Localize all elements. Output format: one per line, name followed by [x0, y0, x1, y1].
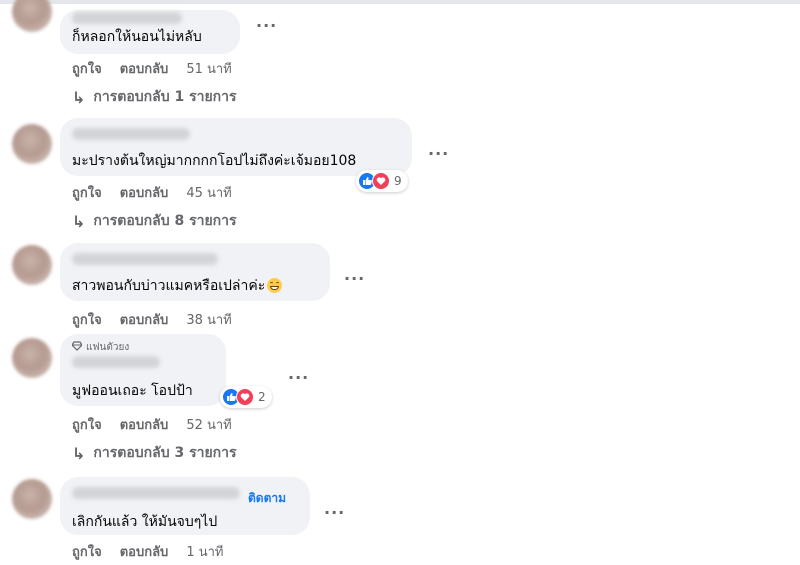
reply-link[interactable]: ตอบกลับ — [120, 309, 169, 330]
commenter-name-blurred[interactable] — [72, 12, 182, 24]
follow-button[interactable]: ติดตาม — [248, 489, 286, 508]
commenter-name-blurred[interactable] — [72, 487, 240, 499]
top-divider — [0, 0, 800, 4]
like-link[interactable]: ถูกใจ — [72, 309, 102, 330]
commenter-name-blurred[interactable] — [72, 253, 218, 265]
comment-actions: ถูกใจ ตอบกลับ 45 นาที — [72, 182, 232, 203]
avatar[interactable] — [12, 245, 52, 285]
reply-link[interactable]: ตอบกลับ — [120, 541, 169, 562]
top-fan-label: แฟนตัวยง — [86, 342, 130, 353]
comment-actions: ถูกใจ ตอบกลับ 52 นาที — [72, 414, 232, 435]
comment-bubble: ก็หลอกให้นอนไม่หลับ — [60, 10, 240, 54]
reaction-summary[interactable]: 2 — [220, 386, 272, 408]
reply-link[interactable]: ตอบกลับ — [120, 182, 169, 203]
comment-actions: ถูกใจ ตอบกลับ 51 นาที — [72, 58, 232, 79]
comment-actions: ถูกใจ ตอบกลับ 1 นาที — [72, 541, 223, 562]
comment-text: ก็หลอกให้นอนไม่หลับ — [72, 29, 202, 45]
like-link[interactable]: ถูกใจ — [72, 58, 102, 79]
like-link[interactable]: ถูกใจ — [72, 541, 102, 562]
reply-link[interactable]: ตอบกลับ — [120, 414, 169, 435]
more-options-icon[interactable]: ... — [344, 267, 365, 283]
comment-bubble: สาวพอนกับบ่าวแมคหรือเปล่าค่ะ — [60, 243, 330, 301]
comment-time[interactable]: 51 นาที — [186, 58, 231, 79]
comment-text: เลิกกันแล้ว ให้มันจบๆไป — [72, 514, 218, 530]
comment-text: มูฟออนเถอะ โอปป้า — [72, 383, 193, 399]
reaction-count: 2 — [258, 390, 266, 404]
avatar[interactable] — [12, 0, 52, 32]
comment-time[interactable]: 38 นาที — [186, 309, 231, 330]
reply-link[interactable]: ตอบกลับ — [120, 58, 169, 79]
replies-count-label: การตอบกลับ 3 รายการ — [93, 445, 237, 461]
view-replies-link[interactable]: ↳ การตอบกลับ 3 รายการ — [72, 442, 237, 464]
top-fan-badge: แฟนตัวยง — [71, 340, 130, 355]
like-link[interactable]: ถูกใจ — [72, 182, 102, 203]
more-options-icon[interactable]: ... — [324, 501, 345, 517]
comment-time[interactable]: 45 นาที — [186, 182, 231, 203]
reply-arrow-icon: ↳ — [72, 87, 86, 107]
view-replies-link[interactable]: ↳ การตอบกลับ 8 รายการ — [72, 210, 237, 232]
comment-text: สาวพอนกับบ่าวแมคหรือเปล่าค่ะ — [72, 275, 283, 297]
reply-arrow-icon: ↳ — [72, 211, 86, 231]
reply-arrow-icon: ↳ — [72, 443, 86, 463]
avatar[interactable] — [12, 124, 52, 164]
more-options-icon[interactable]: ... — [256, 14, 277, 30]
comment-text-content: สาวพอนกับบ่าวแมคหรือเปล่าค่ะ — [72, 278, 266, 294]
like-link[interactable]: ถูกใจ — [72, 414, 102, 435]
more-options-icon[interactable]: ... — [428, 142, 449, 158]
comment-bubble: ติดตาม เลิกกันแล้ว ให้มันจบๆไป — [60, 477, 310, 535]
commenter-name-blurred[interactable] — [72, 128, 190, 140]
love-reaction-icon — [372, 172, 390, 190]
commenter-name-blurred[interactable] — [72, 356, 160, 368]
reaction-summary[interactable]: 9 — [356, 170, 408, 192]
more-options-icon[interactable]: ... — [288, 366, 309, 382]
avatar[interactable] — [12, 479, 52, 519]
replies-count-label: การตอบกลับ 8 รายการ — [93, 213, 237, 229]
reaction-count: 9 — [394, 174, 402, 188]
grinning-face-icon — [267, 278, 283, 293]
replies-count-label: การตอบกลับ 1 รายการ — [93, 89, 237, 105]
comment-text: มะปรางต้นใหญ่มากกกกโอปไม่ถึงค่ะเจ้มอย108 — [72, 153, 357, 169]
comment-bubble: แฟนตัวยง มูฟออนเถอะ โอปป้า — [60, 334, 226, 406]
comment-time[interactable]: 1 นาที — [186, 541, 223, 562]
comment-actions: ถูกใจ ตอบกลับ 38 นาที — [72, 309, 232, 330]
view-replies-link[interactable]: ↳ การตอบกลับ 1 รายการ — [72, 86, 237, 108]
comment-bubble: มะปรางต้นใหญ่มากกกกโอปไม่ถึงค่ะเจ้มอย108 — [60, 118, 412, 176]
avatar[interactable] — [12, 338, 52, 378]
comment-time[interactable]: 52 นาที — [186, 414, 231, 435]
love-reaction-icon — [236, 388, 254, 406]
diamond-icon — [71, 341, 83, 354]
